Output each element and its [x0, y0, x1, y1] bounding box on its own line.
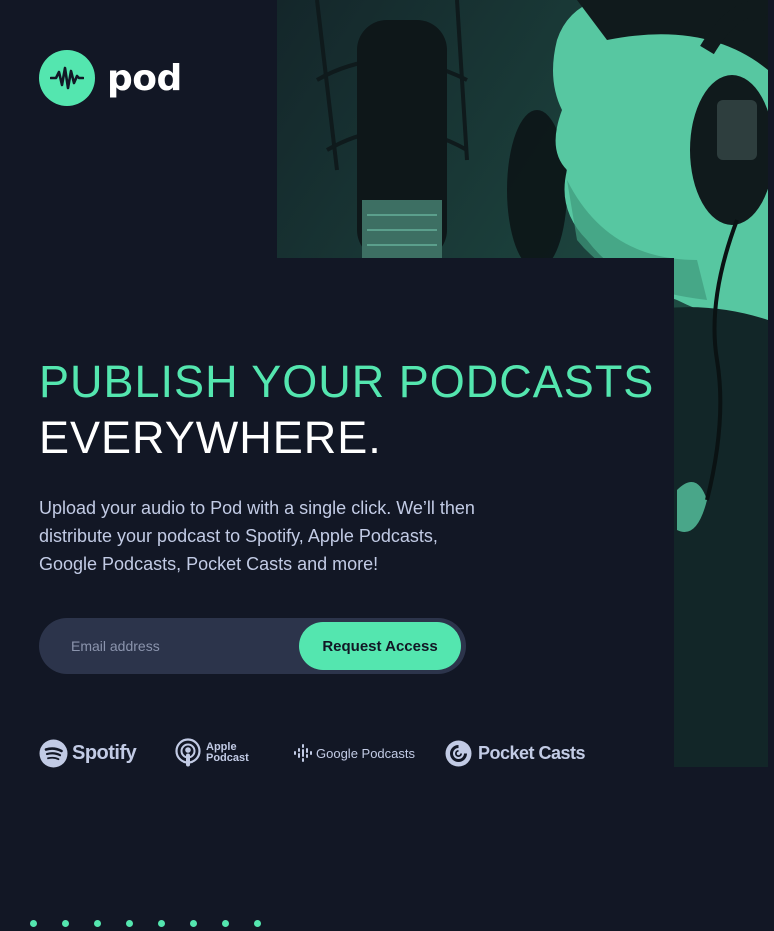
pocket-casts-icon	[445, 740, 472, 766]
signup-form: Request Access	[39, 618, 466, 674]
platform-apple-podcast: Apple Podcast	[174, 736, 249, 770]
decorative-dot	[190, 920, 197, 927]
email-input[interactable]	[39, 618, 299, 674]
logo-text: pod	[107, 57, 182, 99]
decorative-dot	[254, 920, 261, 927]
spotify-icon	[39, 739, 68, 767]
apple-podcast-icon	[175, 738, 201, 767]
page-title-line1: PUBLISH YOUR PODCASTS	[39, 356, 655, 407]
platform-name: Apple Podcast	[206, 742, 249, 764]
decorative-dot	[158, 920, 165, 927]
decorative-dot	[30, 920, 37, 927]
decorative-dot	[126, 920, 133, 927]
decorative-dots	[30, 920, 286, 927]
platform-pocket-casts: Pocket Casts	[445, 736, 586, 770]
decorative-dot	[222, 920, 229, 927]
decorative-dot	[62, 920, 69, 927]
decorative-dot	[94, 920, 101, 927]
platform-name: Spotify	[72, 741, 137, 764]
hero-description: Upload your audio to Pod with a single c…	[39, 498, 475, 574]
page-title: PUBLISH YOUR PODCASTS EVERYWHERE.	[39, 354, 654, 466]
platform-google-podcasts: Google Podcasts	[294, 736, 415, 770]
page-title-line2: EVERYWHERE.	[39, 412, 382, 463]
platform-name: Google Podcasts	[316, 745, 416, 761]
logo[interactable]: pod	[39, 50, 182, 106]
google-podcasts-icon	[294, 744, 312, 762]
waveform-icon	[39, 50, 95, 106]
platform-name-line2: Podcast	[206, 752, 249, 764]
platform-spotify: Spotify	[39, 736, 137, 770]
request-access-button[interactable]: Request Access	[299, 622, 461, 670]
platform-name: Pocket Casts	[478, 742, 586, 763]
